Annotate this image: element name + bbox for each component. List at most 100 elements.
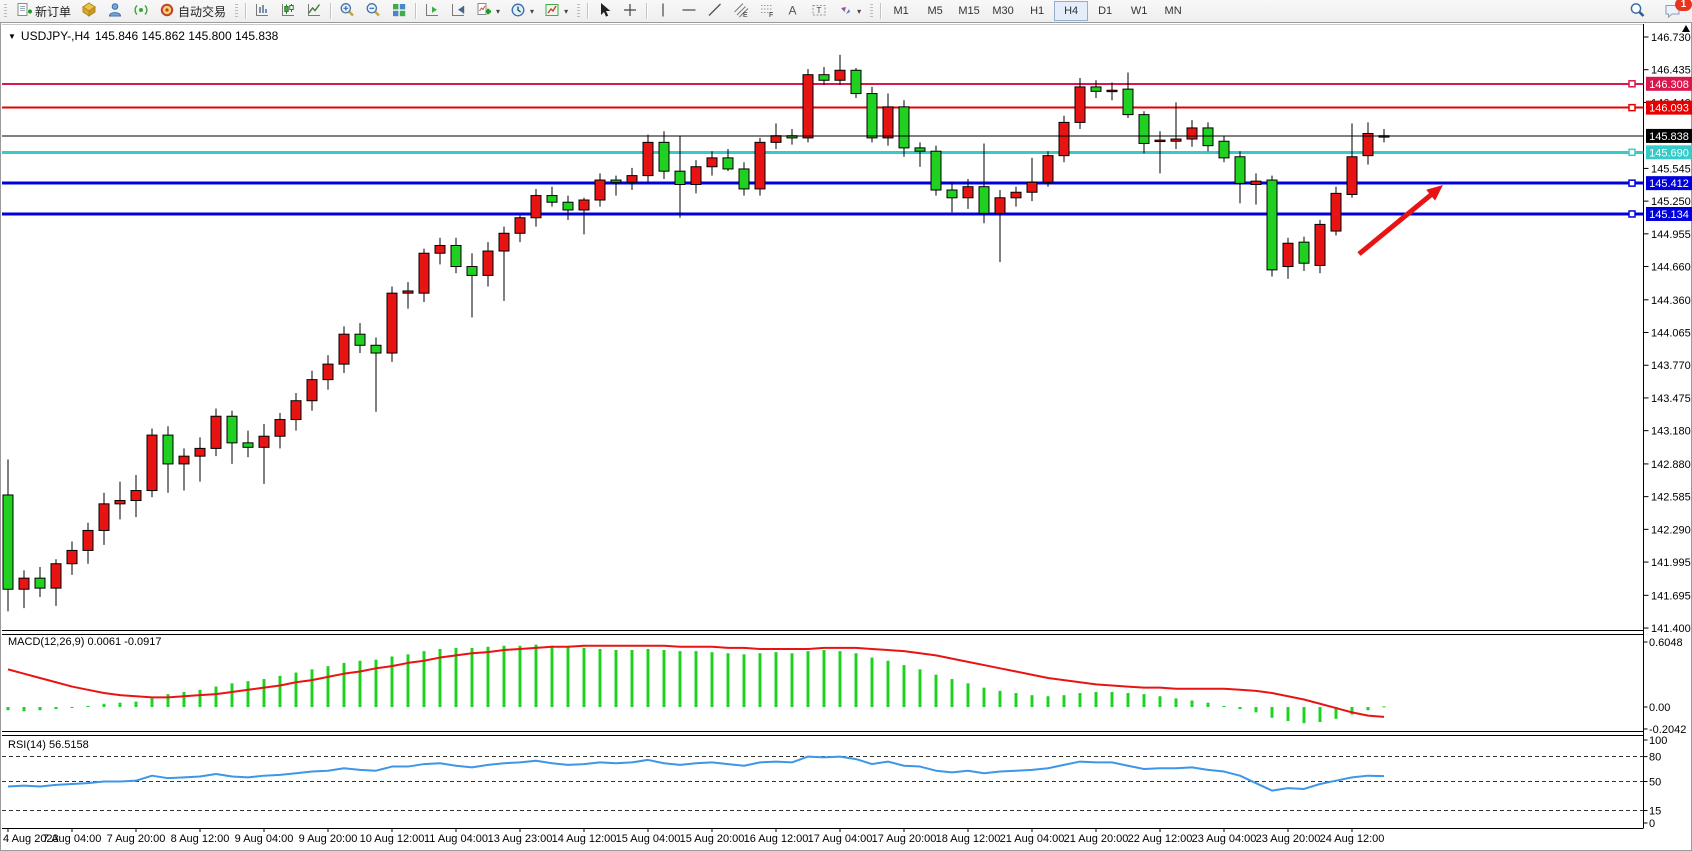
auto-scroll-button[interactable] bbox=[419, 0, 445, 22]
timeframe-button-M5[interactable]: M5 bbox=[918, 1, 952, 21]
market-watch-button[interactable] bbox=[76, 0, 102, 22]
svg-text:23 Aug 20:00: 23 Aug 20:00 bbox=[1256, 833, 1321, 845]
svg-text:144.360: 144.360 bbox=[1651, 295, 1691, 307]
svg-text:E: E bbox=[743, 12, 748, 18]
trendline-button[interactable] bbox=[702, 0, 728, 22]
toolbar-grip[interactable] bbox=[575, 3, 582, 19]
price-badge-145.838: 145.838 bbox=[1646, 129, 1692, 143]
data-window-button[interactable] bbox=[102, 0, 128, 22]
tile-windows-button[interactable] bbox=[386, 0, 412, 22]
svg-text:145.690: 145.690 bbox=[1649, 147, 1689, 159]
level-handle bbox=[1629, 81, 1635, 87]
price-badge-145.412: 145.412 bbox=[1646, 176, 1692, 190]
svg-text:9 Aug 04:00: 9 Aug 04:00 bbox=[235, 833, 294, 845]
timeframe-button-M15[interactable]: M15 bbox=[952, 1, 986, 21]
new-order-label: 新订单 bbox=[35, 3, 71, 20]
svg-text:17 Aug 04:00: 17 Aug 04:00 bbox=[808, 833, 873, 845]
dropdown-caret-icon: ▾ bbox=[564, 7, 568, 16]
svg-text:0: 0 bbox=[1649, 818, 1655, 830]
svg-text:142.585: 142.585 bbox=[1651, 492, 1691, 504]
price-badge-145.690: 145.690 bbox=[1646, 145, 1692, 159]
svg-text:142.880: 142.880 bbox=[1651, 459, 1691, 471]
crosshair-button[interactable] bbox=[617, 0, 643, 22]
timeframe-button-H4[interactable]: H4 bbox=[1054, 1, 1088, 21]
svg-text:144.955: 144.955 bbox=[1651, 229, 1691, 241]
toolbar-grip[interactable] bbox=[233, 3, 240, 19]
svg-text:142.290: 142.290 bbox=[1651, 524, 1691, 536]
text-label-button[interactable]: T bbox=[806, 0, 832, 22]
algo-trading-button[interactable]: 自动交易 bbox=[154, 0, 231, 22]
horizontal-line-button[interactable] bbox=[676, 0, 702, 22]
shapes-button[interactable]: ▾ bbox=[832, 0, 866, 22]
template-button[interactable]: ▾ bbox=[539, 0, 573, 22]
chart-ohlc-values: 145.846 145.862 145.800 145.838 bbox=[95, 29, 279, 43]
svg-text:15 Aug 20:00: 15 Aug 20:00 bbox=[680, 833, 745, 845]
timeframe-button-W1[interactable]: W1 bbox=[1122, 1, 1156, 21]
svg-text:100: 100 bbox=[1649, 735, 1667, 747]
chart-shift-button[interactable] bbox=[445, 0, 471, 22]
svg-text:24 Aug 12:00: 24 Aug 12:00 bbox=[1320, 833, 1385, 845]
add-indicator-button[interactable]: ▾ bbox=[471, 0, 505, 22]
chart-symbol-period: USDJPY-,H4 bbox=[21, 29, 90, 43]
toolbar-grip[interactable] bbox=[868, 3, 875, 19]
chart-shift-icon bbox=[450, 2, 466, 21]
svg-text:146.093: 146.093 bbox=[1649, 103, 1689, 115]
add-indicator-icon bbox=[476, 2, 492, 21]
text-button[interactable]: A bbox=[780, 0, 806, 22]
svg-text:21 Aug 04:00: 21 Aug 04:00 bbox=[1000, 833, 1065, 845]
cursor-icon bbox=[596, 2, 612, 21]
timeframe-button-H1[interactable]: H1 bbox=[1020, 1, 1054, 21]
equidistant-channel-button[interactable]: E bbox=[728, 0, 754, 22]
svg-text:22 Aug 12:00: 22 Aug 12:00 bbox=[1128, 833, 1193, 845]
timeframe-button-D1[interactable]: D1 bbox=[1088, 1, 1122, 21]
text-label-icon: T bbox=[811, 2, 827, 21]
cursor-button[interactable] bbox=[591, 0, 617, 22]
svg-text:15: 15 bbox=[1649, 806, 1661, 818]
timeframe-button-M1[interactable]: M1 bbox=[884, 1, 918, 21]
mt4-window: 新订单 自动交易 bbox=[0, 0, 1692, 851]
chart-title: ▼ USDJPY-,H4 145.846 145.862 145.800 145… bbox=[8, 29, 278, 43]
svg-text:144.660: 144.660 bbox=[1651, 262, 1691, 274]
price-badge-146.308: 146.308 bbox=[1646, 77, 1692, 91]
svg-text:145.250: 145.250 bbox=[1651, 196, 1691, 208]
fibonacci-icon: F bbox=[759, 2, 775, 21]
vertical-line-icon bbox=[655, 2, 671, 21]
zoom-out-button[interactable] bbox=[360, 0, 386, 22]
svg-text:146.435: 146.435 bbox=[1651, 65, 1691, 77]
svg-text:7 Aug 20:00: 7 Aug 20:00 bbox=[107, 833, 166, 845]
periods-button[interactable]: ▾ bbox=[505, 0, 539, 22]
fibonacci-button[interactable]: F bbox=[754, 0, 780, 22]
line-chart-icon bbox=[306, 2, 322, 21]
svg-text:145.134: 145.134 bbox=[1649, 209, 1689, 221]
svg-text:15 Aug 04:00: 15 Aug 04:00 bbox=[616, 833, 681, 845]
zoom-in-button[interactable] bbox=[334, 0, 360, 22]
zoom-out-icon bbox=[365, 2, 381, 21]
svg-text:10 Aug 12:00: 10 Aug 12:00 bbox=[360, 833, 425, 845]
chart-canvas[interactable]: 146.730146.435146.140145.545145.250144.9… bbox=[0, 22, 1692, 851]
dropdown-caret-icon: ▾ bbox=[530, 7, 534, 16]
main-toolbar: 新订单 自动交易 bbox=[0, 0, 1692, 23]
level-handle bbox=[1629, 105, 1635, 111]
svg-text:T: T bbox=[817, 6, 822, 15]
candlestick-chart-button[interactable] bbox=[275, 0, 301, 22]
search-button[interactable] bbox=[1624, 1, 1651, 23]
svg-text:143.475: 143.475 bbox=[1651, 393, 1691, 405]
text-icon: A bbox=[785, 2, 801, 21]
title-collapse-icon[interactable]: ▼ bbox=[8, 32, 16, 41]
signals-button[interactable] bbox=[128, 0, 154, 22]
chat-button[interactable]: 1 bbox=[1659, 1, 1686, 23]
dropdown-caret-icon: ▾ bbox=[857, 7, 861, 16]
svg-text:18 Aug 12:00: 18 Aug 12:00 bbox=[936, 833, 1001, 845]
equidistant-channel-icon: E bbox=[733, 2, 749, 21]
timeframe-button-M30[interactable]: M30 bbox=[986, 1, 1020, 21]
vertical-line-button[interactable] bbox=[650, 0, 676, 22]
data-window-icon bbox=[107, 2, 123, 21]
new-order-button[interactable]: 新订单 bbox=[11, 0, 76, 22]
macd-indicator-label: MACD(12,26,9) 0.0061 -0.0917 bbox=[8, 636, 161, 648]
bar-chart-button[interactable] bbox=[249, 0, 275, 22]
svg-text:21 Aug 20:00: 21 Aug 20:00 bbox=[1064, 833, 1129, 845]
toolbar-grip[interactable] bbox=[2, 3, 9, 19]
svg-text:0.00: 0.00 bbox=[1649, 702, 1670, 714]
timeframe-button-MN[interactable]: MN bbox=[1156, 1, 1190, 21]
line-chart-button[interactable] bbox=[301, 0, 327, 22]
